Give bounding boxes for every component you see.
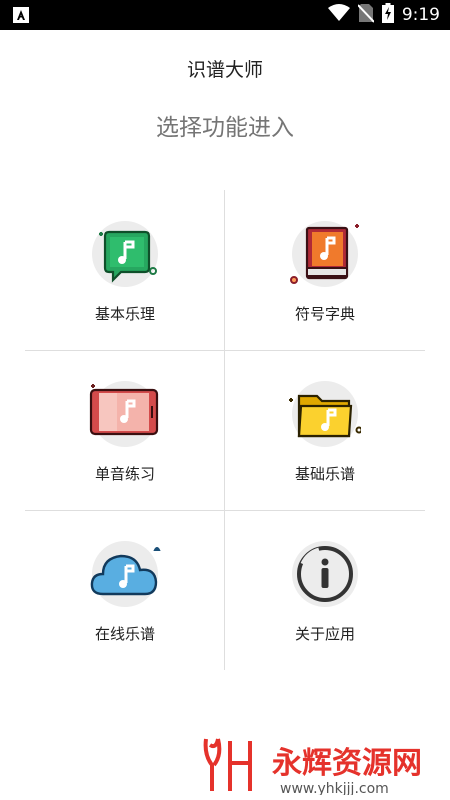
app-title: 识谱大师 [186, 59, 263, 81]
menu-item-label: 在线乐谱 [94, 625, 155, 643]
no-sim-icon [357, 3, 375, 27]
battery-charging-icon [381, 3, 394, 27]
status-bar: 9:19 [0, 0, 450, 30]
menu-item-basic-scores[interactable]: 基础乐谱 [225, 350, 425, 510]
menu-item-label: 关于应用 [294, 625, 355, 643]
menu-item-label: 单音练习 [94, 465, 155, 483]
menu-item-about-app[interactable]: 关于应用 [225, 510, 425, 670]
music-folder-icon [289, 378, 361, 450]
menu-item-label: 基本乐理 [94, 305, 155, 323]
menu-item-single-note-practice[interactable]: 单音练习 [25, 350, 225, 510]
info-icon [289, 538, 361, 610]
clock: 9:19 [401, 5, 440, 25]
music-chat-icon [89, 218, 161, 290]
watermark-logo-icon: 永辉资源网 www.yhkjjj.com [203, 738, 422, 797]
menu-item-label: 符号字典 [294, 305, 355, 323]
music-cloud-icon [89, 538, 161, 610]
menu-item-online-scores[interactable]: 在线乐谱 [25, 510, 225, 670]
watermark: 永辉资源网 www.yhkjjj.com [200, 735, 450, 797]
watermark-url: www.yhkjjj.com [280, 781, 389, 795]
menu-item-label: 基础乐谱 [294, 465, 355, 483]
page-subtitle: 选择功能进入 [156, 115, 294, 141]
music-book-icon [289, 218, 361, 290]
wifi-icon [327, 4, 350, 26]
menu-item-basic-theory[interactable]: 基本乐理 [25, 190, 225, 350]
music-tablet-icon [89, 378, 161, 450]
menu-item-symbol-dictionary[interactable]: 符号字典 [225, 190, 425, 350]
watermark-brand: 永辉资源网 [272, 746, 422, 781]
feature-grid: 基本乐理 符号字典 单音练习 基础乐谱 在线乐谱 关于应用 [25, 190, 425, 670]
app-notification-icon [12, 6, 30, 24]
